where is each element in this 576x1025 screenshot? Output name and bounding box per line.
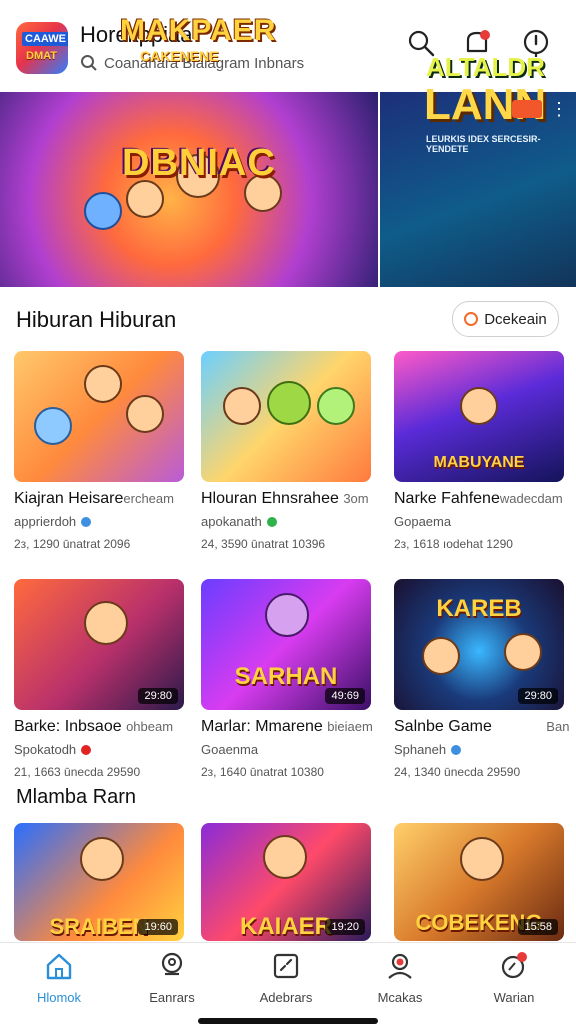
card-author[interactable]: Spokatodh bbox=[14, 742, 184, 757]
card-stats: 24, 3590 ūnatrat 10396 bbox=[201, 537, 326, 551]
game-card[interactable]: KAIAER 19:20 bbox=[201, 823, 371, 941]
verified-icon bbox=[81, 744, 92, 755]
character-art bbox=[422, 637, 460, 675]
thumbnail-title: KAREB bbox=[436, 595, 522, 622]
card-stats: 2з, 1640 ūnatrat 10380 bbox=[201, 765, 324, 779]
search-small-icon bbox=[81, 55, 97, 71]
game-thumbnail[interactable]: KAIAER 19:20 bbox=[201, 823, 371, 941]
nav-item-activity[interactable]: Warian bbox=[464, 951, 564, 1005]
nav-label: Hlomok bbox=[36, 990, 82, 1005]
filter-label: Dcekeain bbox=[484, 310, 547, 328]
character-art bbox=[34, 407, 72, 445]
filter-button[interactable]: Dcekeain bbox=[452, 301, 559, 337]
verified-icon bbox=[266, 516, 277, 527]
card-author[interactable]: Sphaneh bbox=[394, 742, 564, 757]
profile-icon bbox=[388, 953, 412, 979]
nav-item-profile[interactable]: Mcakas bbox=[350, 951, 450, 1005]
game-thumbnail[interactable]: MABUYANE bbox=[394, 351, 564, 482]
character-art bbox=[223, 387, 261, 425]
duration-badge: 29:80 bbox=[138, 688, 178, 704]
home-icon bbox=[46, 953, 72, 980]
nav-label: Warian bbox=[493, 990, 535, 1005]
game-card[interactable]: Hlouran Ehnsrahee 3om apokanath 24, 3590… bbox=[201, 351, 371, 551]
card-title: Narke Fahfenewadecdam bbox=[394, 490, 563, 507]
character-art bbox=[317, 387, 355, 425]
game-card[interactable]: MABUYANE Narke Fahfenewadecdam Gopaema 2… bbox=[394, 351, 564, 551]
nav-label: Adebrars bbox=[259, 990, 313, 1005]
character-art bbox=[267, 381, 311, 425]
app-logo[interactable]: CAAWE DMAT bbox=[16, 22, 68, 74]
character-art bbox=[80, 837, 124, 881]
game-card[interactable]: SRAIBEN 19:60 bbox=[14, 823, 184, 941]
card-title: Marlar: Mmarene bieiaem bbox=[201, 718, 373, 735]
character-art bbox=[126, 395, 164, 433]
banner2-subtitle: LEURKIS IDEX SERCESIR-YENDETE bbox=[426, 134, 541, 154]
duration-badge: 15:58 bbox=[518, 919, 558, 935]
character-art bbox=[504, 633, 542, 671]
game-thumbnail[interactable]: SRAIBEN 19:60 bbox=[14, 823, 184, 941]
thumbnail-title: SARHAN bbox=[234, 663, 338, 690]
card-title: Salnbe Game Ban bbox=[394, 718, 570, 735]
nav-item-library[interactable]: Adebrars bbox=[236, 951, 336, 1005]
game-card[interactable]: COBEKENG 15:58 bbox=[394, 823, 564, 941]
logo-text-top: CAAWE bbox=[22, 32, 68, 46]
more-options-icon[interactable]: ⋮ bbox=[550, 100, 568, 118]
character-art bbox=[460, 837, 504, 881]
section-title: Mlamba Rarn bbox=[16, 786, 137, 808]
character-art bbox=[126, 180, 164, 218]
card-title: Barke: Inbsaoe ohbeam bbox=[14, 718, 174, 735]
card-author[interactable]: apprierdoh bbox=[14, 514, 184, 529]
banner2-title-line1: ALTALDR bbox=[426, 52, 545, 82]
game-thumbnail[interactable]: SARHAN 49:69 bbox=[201, 579, 371, 710]
game-thumbnail[interactable] bbox=[201, 351, 371, 482]
duration-badge: 19:20 bbox=[325, 919, 365, 935]
game-thumbnail[interactable]: KAREB 29:80 bbox=[394, 579, 564, 710]
duration-badge: 49:69 bbox=[325, 688, 365, 704]
game-thumbnail[interactable]: COBEKENG 15:58 bbox=[394, 823, 564, 941]
game-thumbnail[interactable]: 29:80 bbox=[14, 579, 184, 710]
duration-badge: 29:80 bbox=[518, 688, 558, 704]
card-author[interactable]: Gopaema bbox=[394, 514, 564, 529]
game-card[interactable]: KAREB 29:80 Salnbe Game Ban Sphaneh 24, … bbox=[394, 579, 570, 779]
activity-icon bbox=[501, 952, 527, 979]
nav-label: Eanrars bbox=[149, 990, 195, 1005]
character-art bbox=[263, 835, 307, 879]
card-stats: 21, 1663 ūnecda 29590 bbox=[14, 765, 141, 779]
nav-item-explore[interactable]: Eanrars bbox=[122, 951, 222, 1005]
bottom-navigation: Hlomok Eanrars Adebrars Mcakas Warian bbox=[0, 942, 576, 1025]
explore-icon bbox=[161, 952, 183, 976]
card-author[interactable]: apokanath bbox=[201, 514, 371, 529]
verified-icon bbox=[81, 516, 92, 527]
character-art bbox=[84, 192, 122, 230]
banner-subtitle: CAKENENE bbox=[140, 48, 219, 64]
character-art bbox=[460, 387, 498, 425]
game-thumbnail[interactable] bbox=[14, 351, 184, 482]
character-art bbox=[265, 593, 309, 637]
logo-text-bottom: DMAT bbox=[26, 50, 57, 62]
nav-item-home[interactable]: Hlomok bbox=[9, 951, 109, 1005]
hero-banner-1[interactable] bbox=[0, 92, 378, 287]
character-art bbox=[84, 365, 122, 403]
verified-icon bbox=[451, 744, 462, 755]
duration-badge: 19:60 bbox=[138, 919, 178, 935]
character-art bbox=[84, 601, 128, 645]
home-indicator bbox=[198, 1018, 378, 1024]
thumbnail-title: MABUYANE bbox=[433, 454, 525, 471]
card-stats: 2з, 1618 ıodehat 1290 bbox=[394, 537, 513, 551]
banner-bottom-title: DBNIAC bbox=[122, 142, 276, 184]
card-author[interactable]: Goaenma bbox=[201, 742, 371, 757]
card-stats: 2з, 1290 ūnatrat 2096 bbox=[14, 537, 131, 551]
library-icon bbox=[273, 953, 299, 979]
game-card[interactable]: 29:80 Barke: Inbsaoe ohbeam Spokatodh 21… bbox=[14, 579, 184, 779]
nav-label: Mcakas bbox=[377, 990, 423, 1005]
card-stats: 24, 1340 ūnecda 29590 bbox=[394, 765, 521, 779]
banner-badge bbox=[512, 100, 542, 118]
card-title: Hlouran Ehnsrahee 3om bbox=[201, 490, 369, 507]
banner-title: MAKPAER bbox=[120, 14, 277, 47]
filter-icon bbox=[464, 312, 479, 326]
card-title: Kiajran Heisareercheam bbox=[14, 490, 174, 507]
game-card[interactable]: Kiajran Heisareercheam apprierdoh 2з, 12… bbox=[14, 351, 184, 551]
section-title: Hiburan Hiburan bbox=[16, 307, 177, 332]
game-card[interactable]: SARHAN 49:69 Marlar: Mmarene bieiaem Goa… bbox=[201, 579, 373, 779]
